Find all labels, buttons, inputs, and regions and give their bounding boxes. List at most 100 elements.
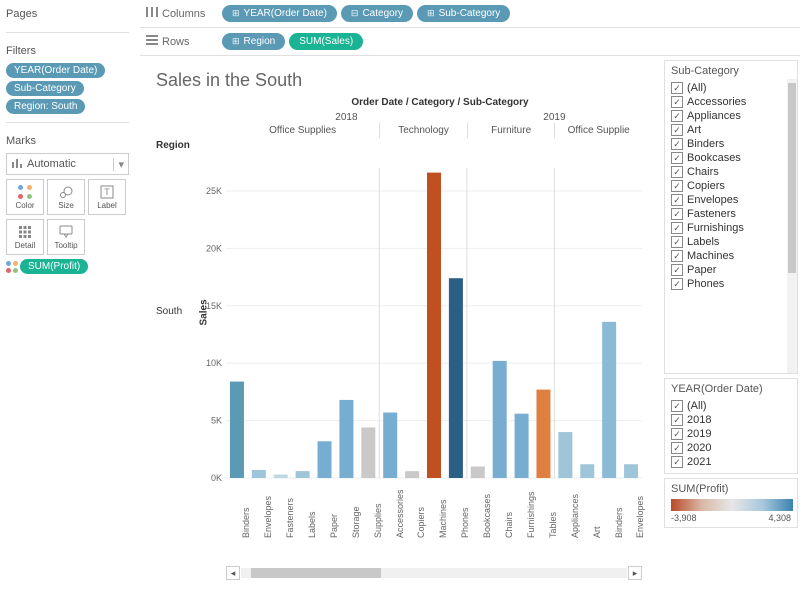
legend-min: -3,908: [671, 513, 697, 523]
marks-detail-button[interactable]: Detail: [6, 219, 44, 255]
category-header: Office Supplies: [226, 123, 379, 138]
color-dots-icon: [18, 185, 32, 199]
category-header: Office Supplie: [554, 123, 642, 138]
subcategory-checkbox[interactable]: ✓Fasteners: [671, 207, 791, 221]
year-checkbox[interactable]: ✓2018: [671, 413, 791, 427]
bar[interactable]: [515, 414, 529, 478]
subcategory-checkbox[interactable]: ✓Accessories: [671, 95, 791, 109]
bar[interactable]: [471, 467, 485, 478]
subcategory-checkbox[interactable]: ✓Furnishings: [671, 221, 791, 235]
scroll-left-button[interactable]: ◂: [226, 566, 240, 580]
columns-pill[interactable]: ⊞Sub-Category: [417, 5, 510, 22]
marks-size-button[interactable]: Size: [47, 179, 85, 215]
columns-shelf[interactable]: Columns ⊞YEAR(Order Date)⊟Category⊞Sub-C…: [140, 0, 800, 28]
subcategory-axis-label: Chairs: [504, 512, 514, 538]
columns-icon: [146, 7, 158, 20]
subcategory-checkbox[interactable]: ✓Bookcases: [671, 151, 791, 165]
year-checkbox[interactable]: ✓2021: [671, 455, 791, 469]
scroll-track[interactable]: [241, 568, 627, 578]
marks-color-button[interactable]: Color: [6, 179, 44, 215]
tooltip-icon: [59, 225, 73, 239]
region-value: South: [156, 306, 182, 317]
subcategory-checkbox[interactable]: ✓(All): [671, 81, 791, 95]
bar[interactable]: [536, 390, 550, 478]
subcategory-checkbox[interactable]: ✓Phones: [671, 277, 791, 291]
year-checkbox[interactable]: ✓2020: [671, 441, 791, 455]
svg-text:0K: 0K: [211, 473, 222, 483]
subcategory-checkbox[interactable]: ✓Art: [671, 123, 791, 137]
year-checkbox[interactable]: ✓2019: [671, 427, 791, 441]
year-header: 2018: [226, 112, 467, 123]
bar[interactable]: [624, 464, 638, 478]
checkbox-icon: ✓: [671, 208, 683, 220]
scroll-right-button[interactable]: ▸: [628, 566, 642, 580]
year-checkbox[interactable]: ✓(All): [671, 399, 791, 413]
subcategory-scrollbar[interactable]: [787, 79, 797, 373]
mark-type-dropdown[interactable]: Automatic ▾: [6, 153, 129, 175]
columns-pill[interactable]: ⊞YEAR(Order Date): [222, 5, 337, 22]
bar[interactable]: [361, 427, 375, 478]
horizontal-scrollbar[interactable]: ◂ ▸: [226, 566, 642, 580]
bar[interactable]: [296, 471, 310, 478]
chart-title: Sales in the South: [156, 70, 654, 91]
checkbox-icon: ✓: [671, 442, 683, 454]
filters-card-title: Filters: [6, 41, 129, 63]
bar[interactable]: [493, 361, 507, 478]
text-icon: T: [100, 185, 114, 199]
rows-pill[interactable]: ⊞Region: [222, 33, 285, 50]
subcategory-axis-label: Phones: [460, 507, 470, 538]
year-filter-title: YEAR(Order Date): [671, 383, 791, 395]
scroll-thumb[interactable]: [251, 568, 381, 578]
filter-pill[interactable]: Region: South: [6, 99, 85, 114]
marks-pill-profit[interactable]: SUM(Profit): [20, 259, 88, 274]
subcategory-checkbox[interactable]: ✓Machines: [671, 249, 791, 263]
year-header: 2019: [467, 112, 642, 123]
checkbox-icon: ✓: [671, 152, 683, 164]
rows-shelf[interactable]: Rows ⊞RegionSUM(Sales): [140, 28, 800, 56]
bar[interactable]: [580, 464, 594, 478]
subcategory-axis-label: Labels: [307, 511, 317, 538]
bar[interactable]: [383, 413, 397, 478]
bar[interactable]: [274, 475, 288, 478]
scrollbar-thumb[interactable]: [788, 83, 796, 273]
bar[interactable]: [252, 470, 266, 478]
subcategory-checkbox[interactable]: ✓Paper: [671, 263, 791, 277]
subcategory-checkbox[interactable]: ✓Labels: [671, 235, 791, 249]
subcategory-axis-label: Supplies: [373, 503, 383, 538]
bar[interactable]: [405, 471, 419, 478]
filter-pill[interactable]: Sub-Category: [6, 81, 84, 96]
svg-text:15K: 15K: [206, 301, 222, 311]
subcategory-axis-label: Storage: [351, 506, 361, 538]
subcategory-checkbox[interactable]: ✓Chairs: [671, 165, 791, 179]
bar[interactable]: [449, 278, 463, 478]
subcategory-checkbox[interactable]: ✓Envelopes: [671, 193, 791, 207]
checkbox-icon: ✓: [671, 250, 683, 262]
bar[interactable]: [427, 173, 441, 478]
checkbox-icon: ✓: [671, 264, 683, 276]
marks-tooltip-button[interactable]: Tooltip: [47, 219, 85, 255]
subcategory-checkbox[interactable]: ✓Appliances: [671, 109, 791, 123]
bar[interactable]: [558, 432, 572, 478]
rows-pill[interactable]: SUM(Sales): [289, 33, 363, 50]
svg-text:5K: 5K: [211, 416, 222, 426]
detail-icon: [18, 225, 32, 239]
right-panel: Sub-Category ✓(All)✓Accessories✓Applianc…: [664, 60, 798, 532]
subcategory-filter-card: Sub-Category ✓(All)✓Accessories✓Applianc…: [664, 60, 798, 374]
checkbox-icon: ✓: [671, 400, 683, 412]
columns-pill[interactable]: ⊟Category: [341, 5, 413, 22]
subcategory-axis-label: Binders: [614, 507, 624, 538]
svg-text:25K: 25K: [206, 186, 222, 196]
region-header: Region: [156, 140, 190, 151]
bar[interactable]: [339, 400, 353, 478]
checkbox-icon: ✓: [671, 124, 683, 136]
bar[interactable]: [318, 441, 332, 478]
checkbox-icon: ✓: [671, 166, 683, 178]
marks-label-button[interactable]: T Label: [88, 179, 126, 215]
subcategory-checkbox[interactable]: ✓Binders: [671, 137, 791, 151]
subcategory-checkbox[interactable]: ✓Copiers: [671, 179, 791, 193]
filter-pill[interactable]: YEAR(Order Date): [6, 63, 105, 78]
subcategory-axis-label: Accessories: [395, 489, 405, 538]
checkbox-icon: ✓: [671, 180, 683, 192]
bar[interactable]: [602, 322, 616, 478]
bar[interactable]: [230, 382, 244, 478]
